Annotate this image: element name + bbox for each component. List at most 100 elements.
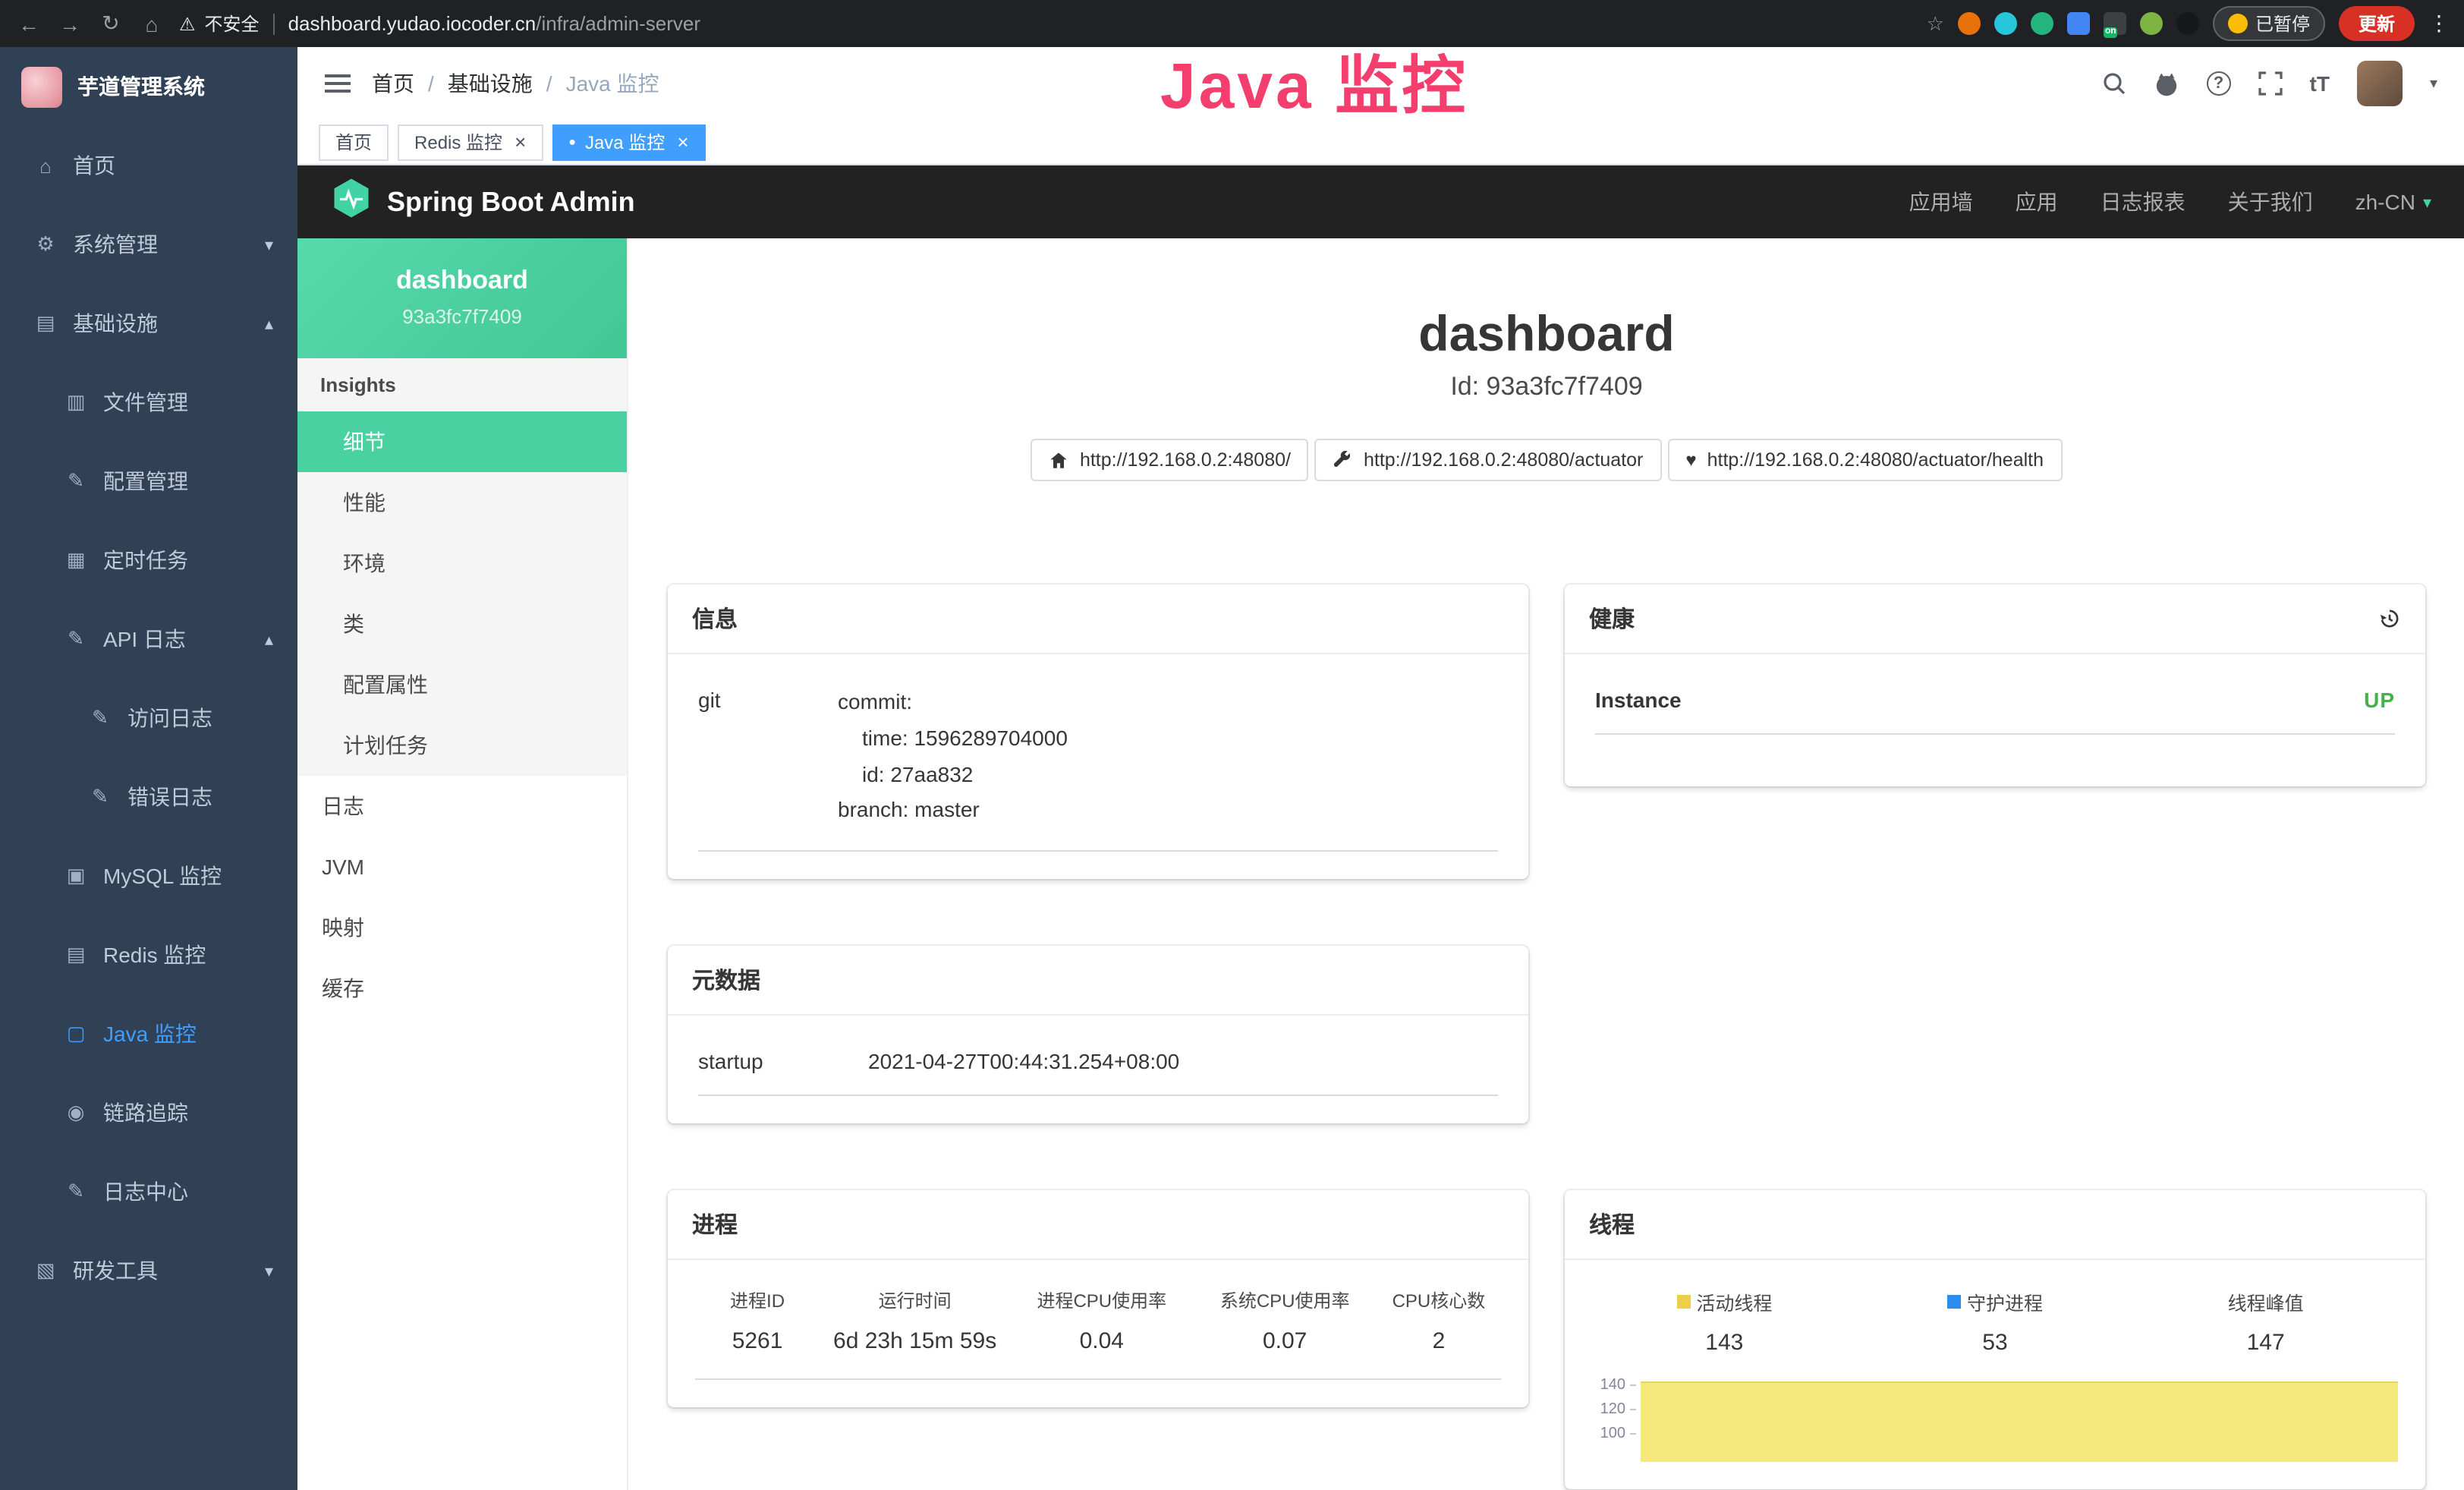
extension-icon[interactable]: on (2104, 12, 2126, 35)
sidebar-item-config-management[interactable]: ✎ 配置管理 (0, 442, 297, 521)
sidebar-item-error-logs[interactable]: ✎ 错误日志 (0, 758, 297, 836)
gear-icon: ⚙ (33, 232, 58, 257)
sba-menu-classes[interactable]: 类 (297, 594, 627, 654)
sidebar-item-file-management[interactable]: ▥ 文件管理 (0, 363, 297, 442)
process-table: 进程ID 5261 运行时间 6d 23h 15m 59s (695, 1281, 1501, 1380)
github-icon[interactable] (2154, 71, 2179, 96)
sba-nav-applications[interactable]: 应用 (2016, 187, 2058, 217)
extension-icon[interactable] (2031, 12, 2053, 35)
app-logo-row[interactable]: 芋道管理系统 (0, 47, 297, 126)
chrome-update-button[interactable]: 更新 (2339, 6, 2415, 41)
close-icon[interactable]: × (515, 132, 526, 152)
sidebar-item-label: Java 监控 (103, 1019, 197, 1049)
cell-value: 5261 (695, 1328, 820, 1354)
actuator-url-link[interactable]: http://192.168.0.2:48080/actuator (1315, 439, 1661, 481)
sba-brand[interactable]: Spring Boot Admin (387, 186, 635, 218)
tab-redis-monitor[interactable]: Redis 监控 × (398, 124, 543, 160)
sba-menu-jvm[interactable]: JVM (297, 836, 627, 897)
health-card-body: Instance UP (1565, 654, 2425, 786)
metadata-key: startup (698, 1049, 868, 1073)
screen: ← → ↻ ⌂ ⚠ 不安全 dashboard.yudao.iocoder.cn… (0, 0, 2464, 1490)
metadata-card-title: 元数据 (668, 946, 1528, 1016)
sba-menu-environment[interactable]: 环境 (297, 533, 627, 594)
info-line: id: 27aa832 (838, 757, 1498, 793)
help-icon[interactable]: ? (2207, 71, 2231, 96)
breadcrumb-item-current: Java 监控 (566, 68, 659, 99)
sidebar-item-label: 研发工具 (73, 1255, 158, 1286)
extension-icon[interactable] (2067, 12, 2090, 35)
bookmark-star-icon[interactable]: ☆ (1927, 11, 1944, 36)
sba-menu-logs[interactable]: 日志 (297, 776, 627, 836)
security-indicator[interactable]: ⚠ 不安全 (179, 11, 260, 36)
sidebar-item-redis-monitor[interactable]: ▤ Redis 监控 (0, 915, 297, 994)
reload-icon[interactable]: ↻ (97, 11, 124, 36)
chart-y-axis: 140 120 100 (1592, 1377, 1641, 1462)
back-icon[interactable]: ← (15, 11, 42, 36)
sba-menu-details[interactable]: 细节 (297, 411, 627, 472)
health-url-link[interactable]: ♥ http://192.168.0.2:48080/actuator/heal… (1667, 439, 2062, 481)
app-row: 芋道管理系统 ⌂ 首页 ⚙ 系统管理 ▾ ▤ 基础设施 ▴ ▥ 文件管理 ✎ (0, 47, 2464, 1490)
sidebar-item-mysql-monitor[interactable]: ▣ MySQL 监控 (0, 836, 297, 915)
column-header: 运行时间 (820, 1287, 1010, 1313)
tab-java-monitor[interactable]: ● Java 监控 × (552, 124, 705, 160)
tab-label: Redis 监控 (414, 129, 502, 155)
info-card: 信息 git commit: time: 1596289704000 id: 2… (668, 584, 1528, 879)
font-size-icon[interactable]: tT (2310, 71, 2330, 96)
legend-swatch-blue (1947, 1295, 1961, 1309)
sidebar-item-system-management[interactable]: ⚙ 系统管理 ▾ (0, 205, 297, 284)
sidebar-item-home[interactable]: ⌂ 首页 (0, 126, 297, 205)
extension-icon[interactable] (2140, 12, 2163, 35)
legend-value: 143 (1589, 1330, 1860, 1356)
column-header: 进程ID (695, 1287, 820, 1313)
sba-nav-about[interactable]: 关于我们 (2228, 187, 2313, 217)
sidebar-item-java-monitor[interactable]: ▢ Java 监控 (0, 994, 297, 1073)
cell-value: 0.07 (1194, 1328, 1377, 1354)
sba-menu-mappings[interactable]: 映射 (297, 897, 627, 958)
instance-header[interactable]: dashboard 93a3fc7f7409 (297, 238, 627, 358)
extension-icon[interactable] (2176, 12, 2199, 35)
sidebar-item-log-center[interactable]: ✎ 日志中心 (0, 1152, 297, 1231)
user-avatar[interactable] (2357, 61, 2403, 106)
chart-plot-area (1641, 1377, 2398, 1462)
extension-icon[interactable] (1994, 12, 2017, 35)
sba-nav-journal[interactable]: 日志报表 (2101, 187, 2186, 217)
log-icon: ✎ (64, 627, 88, 651)
log-icon: ✎ (64, 1180, 88, 1204)
sba-logo-icon[interactable] (331, 178, 372, 226)
home-icon[interactable]: ⌂ (138, 11, 165, 36)
extension-icon[interactable] (1958, 12, 1981, 35)
hamburger-icon[interactable] (325, 74, 351, 93)
sidebar-item-label: 定时任务 (103, 545, 188, 575)
sba-section-insights: Insights (297, 358, 627, 411)
locale-selector[interactable]: zh-CN ▾ (2355, 190, 2431, 214)
chevron-down-icon: ▾ (265, 1261, 273, 1281)
info-card-title: 信息 (668, 584, 1528, 654)
breadcrumb-item-home[interactable]: 首页 (372, 68, 414, 99)
sba-nav-wallboard[interactable]: 应用墙 (1909, 187, 1973, 217)
sba-menu-caches[interactable]: 缓存 (297, 958, 627, 1019)
instance-id: 93a3fc7f7409 (319, 305, 606, 328)
fullscreen-icon[interactable] (2258, 71, 2283, 96)
address-bar[interactable]: dashboard.yudao.iocoder.cn/infra/admin-s… (288, 12, 700, 35)
breadcrumb-item-infrastructure[interactable]: 基础设施 (448, 68, 533, 99)
sidebar-item-dev-tools[interactable]: ▧ 研发工具 ▾ (0, 1231, 297, 1310)
service-url-link[interactable]: http://192.168.0.2:48080/ (1031, 439, 1309, 481)
profile-paused-badge[interactable]: 已暂停 (2213, 6, 2325, 41)
breadcrumb-separator: / (428, 71, 434, 96)
tab-home[interactable]: 首页 (319, 124, 389, 160)
sba-menu-config-props[interactable]: 配置属性 (297, 654, 627, 715)
search-icon[interactable] (2102, 71, 2126, 96)
health-card: 健康 Instance UP (1565, 584, 2425, 786)
sidebar-item-scheduled-jobs[interactable]: ▦ 定时任务 (0, 521, 297, 600)
sidebar-item-access-logs[interactable]: ✎ 访问日志 (0, 679, 297, 758)
chevron-down-icon[interactable]: ▾ (2430, 75, 2437, 92)
forward-icon[interactable]: → (56, 11, 83, 36)
sidebar-item-api-logs[interactable]: ✎ API 日志 ▴ (0, 600, 297, 679)
sba-menu-scheduled-tasks[interactable]: 计划任务 (297, 715, 627, 776)
sidebar-item-trace[interactable]: ◉ 链路追踪 (0, 1073, 297, 1152)
sba-menu-metrics[interactable]: 性能 (297, 472, 627, 533)
history-icon[interactable] (2378, 607, 2401, 630)
close-icon[interactable]: × (677, 132, 688, 152)
sidebar-item-infrastructure[interactable]: ▤ 基础设施 ▴ (0, 284, 297, 363)
browser-menu-icon[interactable]: ⋮ (2428, 11, 2450, 36)
